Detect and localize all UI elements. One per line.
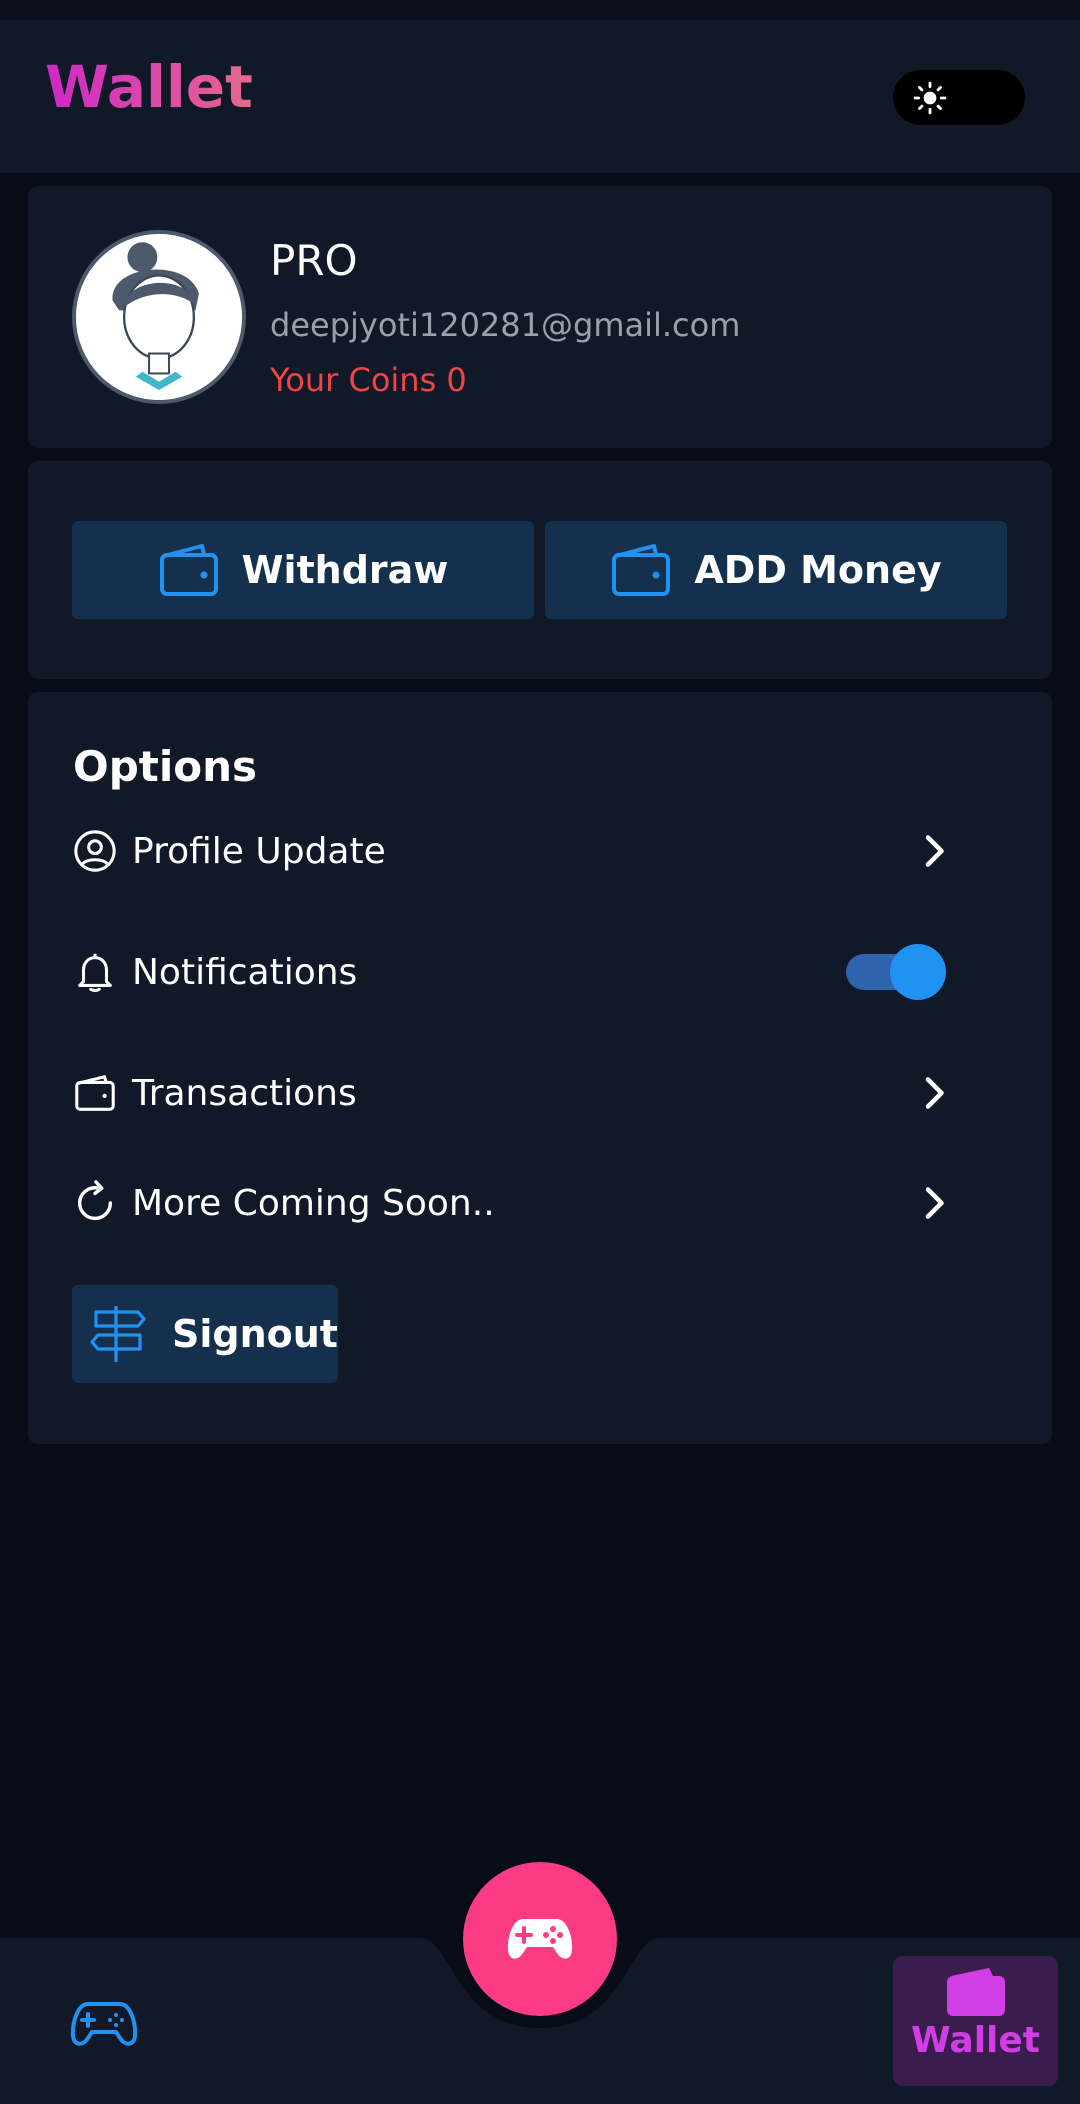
gamepad-icon[interactable] <box>70 1998 138 2050</box>
option-label: Transactions <box>132 1072 357 1114</box>
withdraw-button[interactable]: Withdraw <box>72 521 534 619</box>
signout-label: Signout <box>172 1312 338 1356</box>
chevron-right-icon <box>925 1077 944 1109</box>
nav-wallet-tab[interactable]: Wallet <box>893 1956 1058 2086</box>
option-transactions[interactable]: Transactions <box>72 1058 1012 1128</box>
options-card: Options Profile Update Notifications Tra… <box>28 692 1052 1444</box>
option-profile-update[interactable]: Profile Update <box>72 816 1012 886</box>
app-header: Wallet <box>0 20 1080 173</box>
coins-balance: Your Coins 0 <box>270 361 467 399</box>
option-label: Profile Update <box>132 830 386 872</box>
wallet-actions-card: Withdraw ADD Money <box>28 461 1052 679</box>
add-money-button[interactable]: ADD Money <box>545 521 1007 619</box>
nav-wallet-label: Wallet <box>910 2020 1041 2061</box>
page-title: Wallet <box>45 53 253 121</box>
wallet-icon <box>159 544 218 596</box>
option-more-coming-soon[interactable]: More Coming Soon.. <box>72 1168 1012 1238</box>
chevron-right-icon <box>925 835 944 867</box>
signpost-icon <box>90 1306 146 1362</box>
option-notifications: Notifications <box>72 937 1012 1007</box>
switch-knob <box>890 944 946 1000</box>
wallet-icon <box>947 1968 1005 2016</box>
status-bar <box>0 0 1080 20</box>
options-heading: Options <box>73 742 257 791</box>
avatar <box>72 230 246 404</box>
notifications-switch[interactable] <box>842 944 946 1000</box>
wallet-icon <box>75 1075 115 1111</box>
profile-email: deepjyoti120281@gmail.com <box>270 306 741 344</box>
refresh-icon <box>77 1180 113 1221</box>
profile-card: PRO deepjyoti120281@gmail.com Your Coins… <box>28 186 1052 448</box>
games-fab-button[interactable] <box>463 1862 617 2016</box>
sun-icon <box>913 81 947 115</box>
bell-icon <box>78 953 112 992</box>
add-money-label: ADD Money <box>694 548 942 592</box>
signout-button[interactable]: Signout <box>72 1285 338 1383</box>
withdraw-label: Withdraw <box>241 548 449 592</box>
user-circle-icon <box>74 830 116 872</box>
chevron-right-icon <box>925 1187 944 1219</box>
profile-name: PRO <box>270 236 358 285</box>
option-label: Notifications <box>132 951 358 993</box>
theme-toggle[interactable] <box>893 70 1025 125</box>
avatar-illustration <box>76 234 242 400</box>
option-label: More Coming Soon.. <box>132 1182 495 1224</box>
gamepad-icon <box>507 1919 573 1959</box>
wallet-icon <box>612 544 671 596</box>
